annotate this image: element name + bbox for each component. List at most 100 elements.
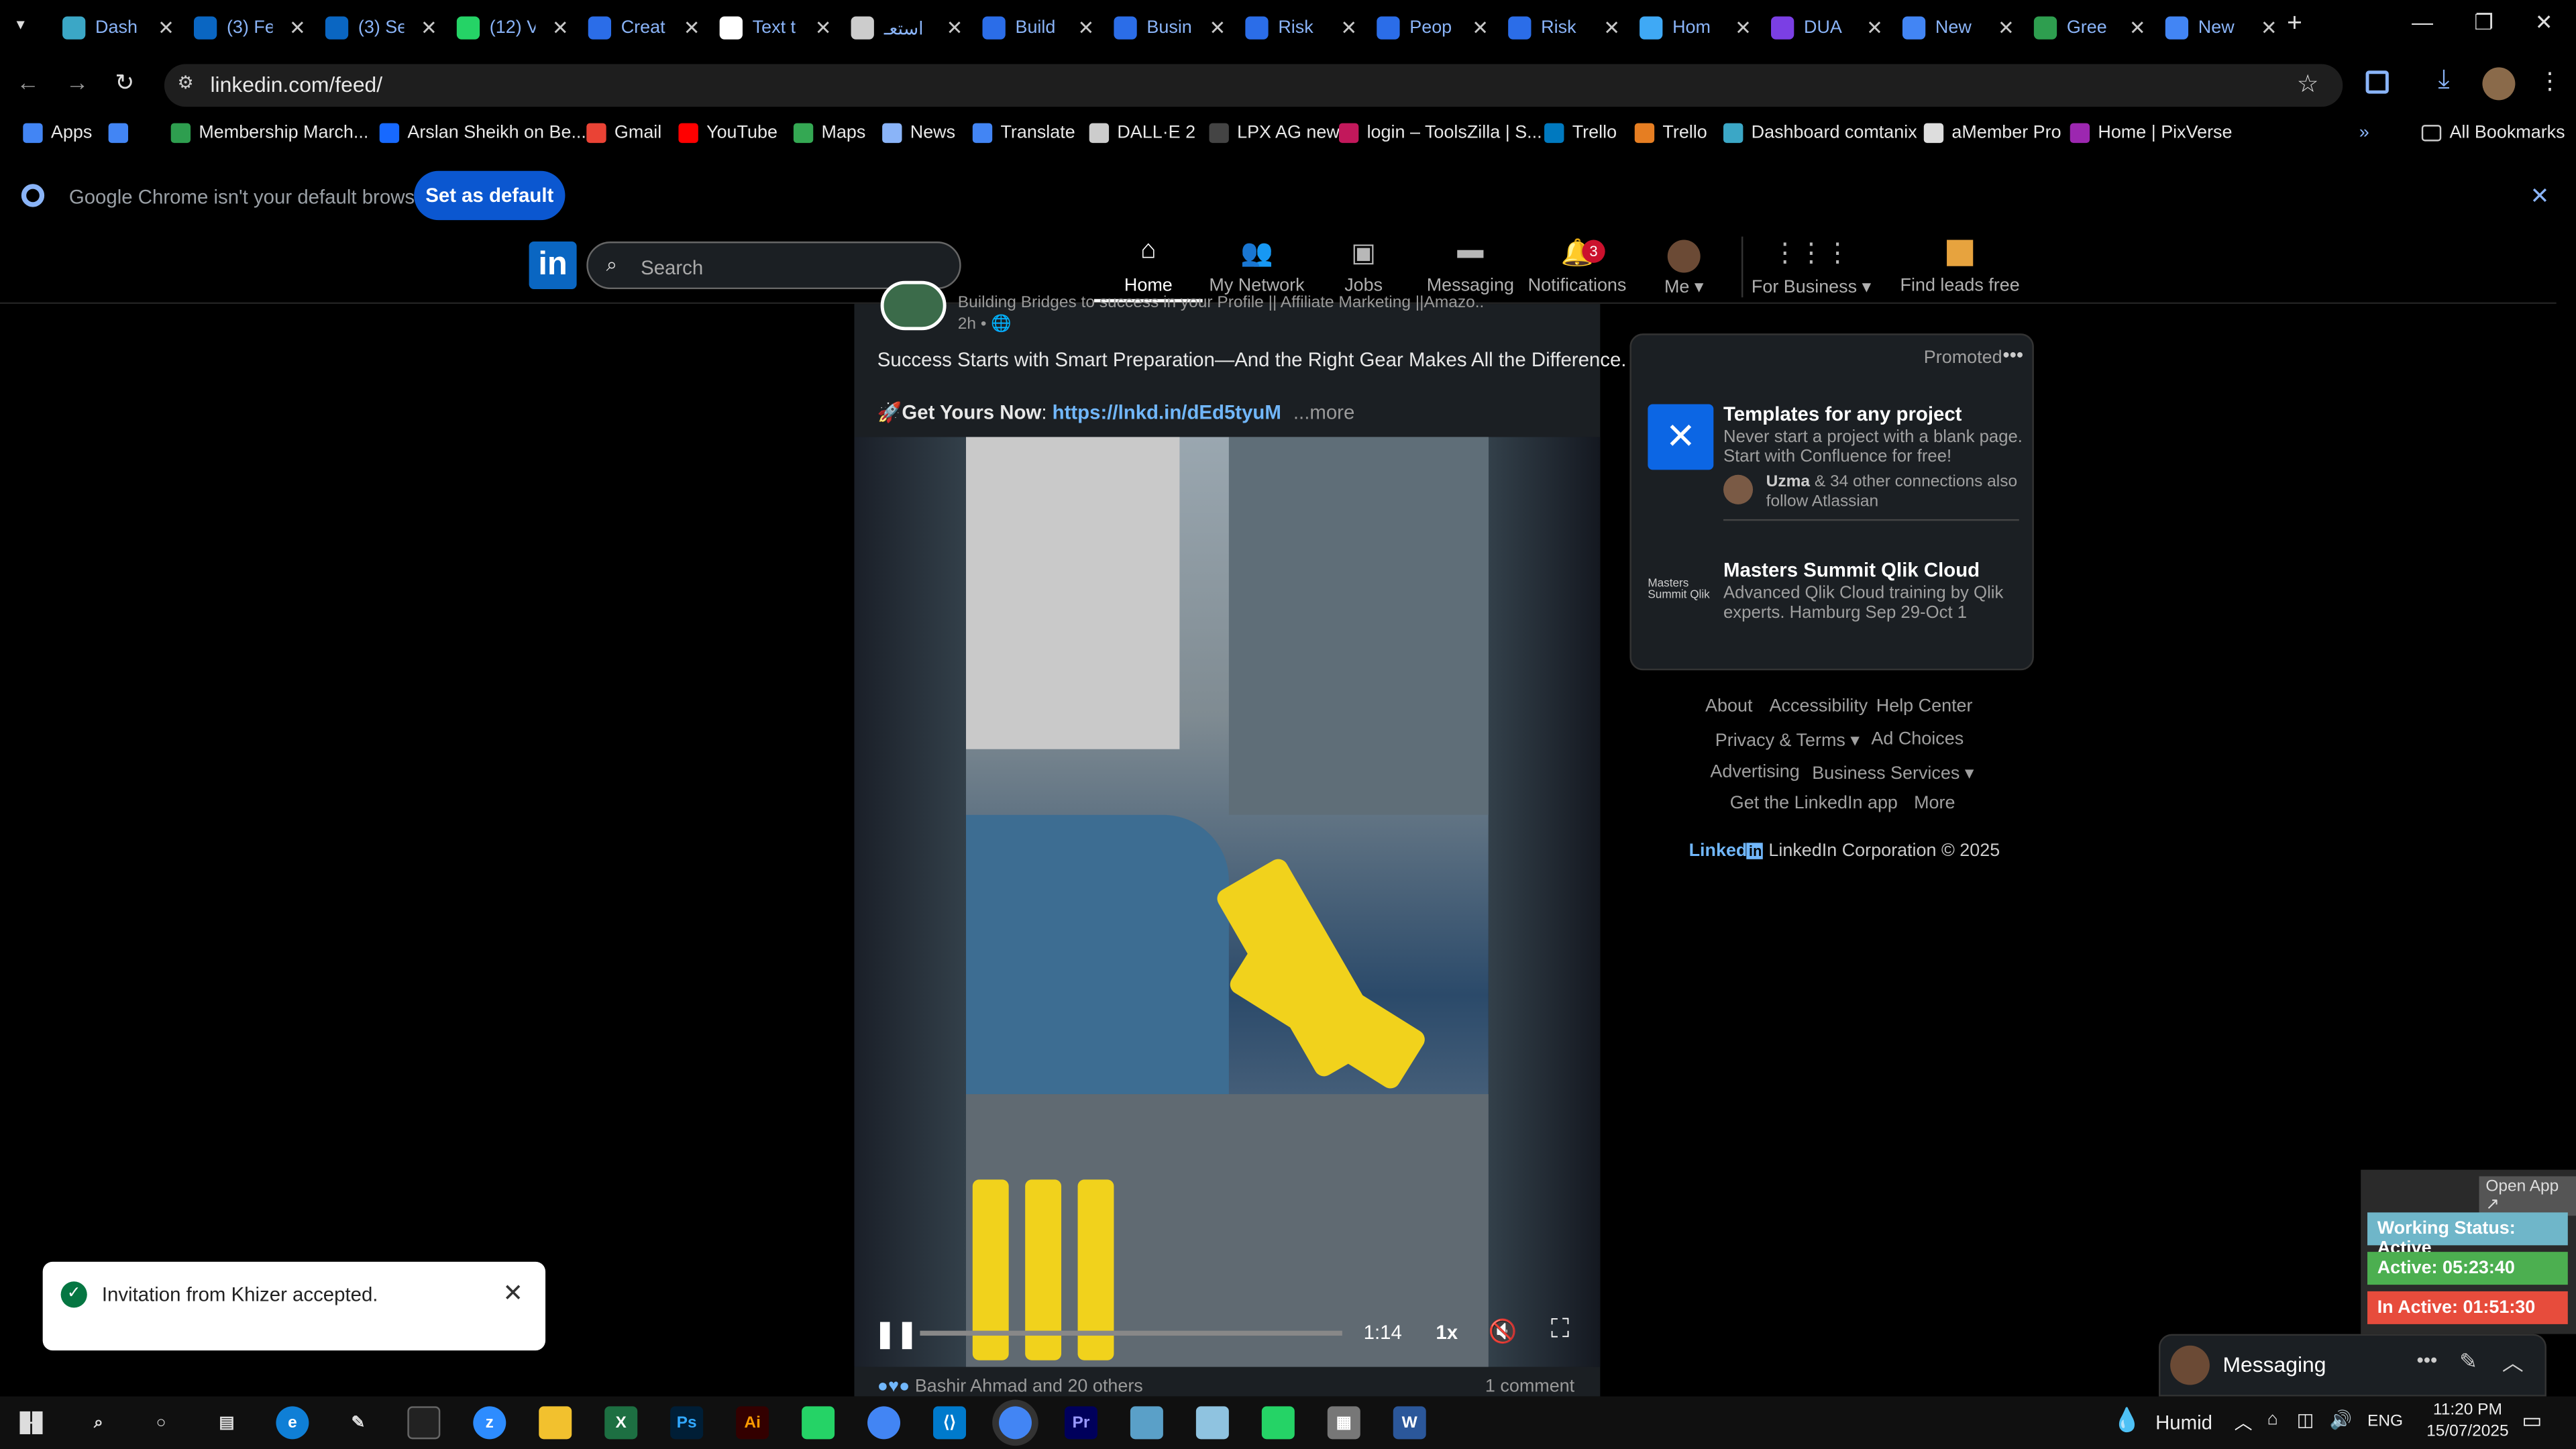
ad-title[interactable]: Masters Summit Qlik Cloud — [1723, 559, 1980, 582]
notification-center-icon[interactable]: ▭ — [2522, 1408, 2542, 1434]
linkedin-logo[interactable]: in — [529, 241, 577, 290]
close-tab-icon[interactable]: ✕ — [421, 16, 437, 39]
close-tab-icon[interactable]: ✕ — [1866, 16, 1883, 39]
footer-more[interactable]: More — [1914, 794, 1955, 813]
nav-jobs[interactable]: ▣ Jobs — [1309, 237, 1418, 296]
url-text[interactable]: linkedin.com/feed/ — [210, 72, 382, 97]
start-icon[interactable] — [19, 1411, 43, 1434]
close-tab-icon[interactable]: ✕ — [1603, 16, 1620, 39]
zoom-icon[interactable]: z — [473, 1406, 506, 1440]
wifi-icon[interactable]: ◫ — [2297, 1409, 2314, 1431]
excel-icon[interactable]: X — [604, 1406, 638, 1440]
footer-accessibility[interactable]: Accessibility — [1770, 696, 1868, 716]
close-infobar-icon[interactable]: ✕ — [2530, 182, 2549, 211]
back-icon[interactable]: ← — [16, 69, 39, 95]
pen-icon[interactable]: ✎ — [341, 1406, 374, 1439]
close-tab-icon[interactable]: ✕ — [289, 16, 306, 39]
open-app-button[interactable]: Open App ↗ — [2479, 1176, 2576, 1216]
premiere-icon[interactable]: Pr — [1064, 1406, 1097, 1440]
bookmark-item[interactable]: Home | PixVerse — [2070, 123, 2233, 144]
close-tab-icon[interactable]: ✕ — [2261, 16, 2277, 39]
terminal-icon[interactable] — [407, 1406, 441, 1440]
task-view-icon[interactable]: ▤ — [210, 1406, 243, 1439]
set-default-button[interactable]: Set as default — [414, 170, 566, 221]
file-explorer-icon[interactable] — [539, 1406, 572, 1440]
browser-tab[interactable]: Build ✕ — [982, 7, 1094, 50]
close-tab-icon[interactable]: ✕ — [2129, 16, 2146, 39]
playback-speed[interactable]: 1x — [1436, 1321, 1458, 1344]
browser-tab[interactable]: (3) Se ✕ — [325, 7, 437, 50]
bookmark-item[interactable]: Trello — [1634, 123, 1707, 144]
nav-me[interactable]: Me ▾ — [1629, 237, 1738, 297]
fullscreen-icon[interactable]: ⛶ — [1551, 1316, 1569, 1346]
chevron-up-icon[interactable]: ︿ — [2502, 1346, 2524, 1377]
new-tab-button[interactable]: + — [2287, 10, 2302, 40]
bookmark-item[interactable]: login – ToolsZilla | S... — [1338, 123, 1542, 144]
bookmark-item[interactable]: Gmail — [586, 123, 661, 144]
network-icon[interactable]: ⌂ — [2267, 1409, 2278, 1429]
comments-count[interactable]: 1 comment — [1485, 1377, 1574, 1396]
footer-business-services[interactable]: Business Services ▾ — [1812, 762, 1974, 784]
see-more[interactable]: ...more — [1293, 401, 1354, 424]
bookmark-item[interactable]: News — [882, 123, 955, 144]
app-icon[interactable] — [1195, 1406, 1229, 1440]
footer-get-app[interactable]: Get the LinkedIn app — [1730, 794, 1898, 813]
bookmark-item[interactable]: Membership March... — [170, 123, 368, 144]
forward-icon[interactable]: → — [66, 69, 89, 95]
close-tab-icon[interactable]: ✕ — [947, 16, 963, 39]
post-link[interactable]: https://lnkd.in/dEd5tyuM — [1053, 401, 1281, 424]
nav-home[interactable]: ⌂ Home — [1094, 237, 1203, 303]
omnibox[interactable]: ⚙ linkedin.com/feed/ ☆ — [164, 64, 2343, 107]
browser-tab[interactable]: (12) V ✕ — [456, 7, 569, 50]
reactions-count[interactable]: ●♥● Bashir Ahmad and 20 others — [877, 1377, 1143, 1396]
close-tab-icon[interactable]: ✕ — [684, 16, 700, 39]
browser-tab[interactable]: New ✕ — [2165, 7, 2277, 50]
profile-avatar[interactable] — [2482, 67, 2516, 101]
footer-about[interactable]: About — [1705, 696, 1752, 716]
bookmark-item[interactable]: Arslan Sheikh on Be... — [379, 123, 586, 144]
close-tab-icon[interactable]: ✕ — [1209, 16, 1226, 39]
nav-messaging[interactable]: ▬ Messaging — [1416, 237, 1525, 296]
chrome-icon[interactable] — [867, 1406, 901, 1440]
more-bookmarks-icon[interactable]: » — [2359, 123, 2369, 143]
search-icon[interactable]: ⌕ — [82, 1406, 115, 1439]
footer-privacy[interactable]: Privacy & Terms ▾ — [1715, 729, 1860, 751]
bookmark-item[interactable]: aMember Pro — [1923, 123, 2061, 144]
illustrator-icon[interactable]: Ai — [736, 1406, 769, 1440]
qlik-logo[interactable]: Masters Summit Qlik — [1648, 578, 1713, 604]
calculator-icon[interactable]: ▦ — [1327, 1406, 1360, 1440]
cortana-icon[interactable]: ○ — [145, 1406, 178, 1439]
bookmark-item[interactable]: YouTube — [678, 123, 777, 144]
close-tab-icon[interactable]: ✕ — [1340, 16, 1357, 39]
browser-tab[interactable]: Peop ✕ — [1377, 7, 1489, 50]
nav-my-network[interactable]: 👥 My Network — [1203, 237, 1311, 296]
close-tab-icon[interactable]: ✕ — [1735, 16, 1752, 39]
bookmark-item[interactable]: DALL·E 2 — [1089, 123, 1195, 144]
browser-tab[interactable]: Creat ✕ — [588, 7, 700, 50]
author-avatar[interactable] — [880, 280, 947, 331]
more-options-icon[interactable]: ••• — [2002, 343, 2023, 366]
extensions-icon[interactable] — [2365, 70, 2389, 94]
bookmark-item[interactable]: Apps — [23, 123, 92, 144]
tab-search-icon[interactable]: ▾ — [16, 16, 24, 34]
app-icon[interactable] — [1130, 1406, 1163, 1440]
browser-tab[interactable]: Busin ✕ — [1114, 7, 1226, 50]
close-tab-icon[interactable]: ✕ — [1998, 16, 2015, 39]
phone-app-icon[interactable] — [802, 1406, 835, 1440]
close-tab-icon[interactable]: ✕ — [552, 16, 569, 39]
chrome-active-icon[interactable] — [998, 1406, 1032, 1440]
whatsapp-icon[interactable] — [1261, 1406, 1295, 1440]
browser-tab[interactable]: Dash ✕ — [62, 7, 174, 50]
bookmark-item[interactable]: Translate — [972, 123, 1075, 144]
close-tab-icon[interactable]: ✕ — [815, 16, 832, 39]
bookmark-item[interactable]: Dashboard comtanix — [1723, 123, 1917, 144]
photoshop-icon[interactable]: Ps — [670, 1406, 704, 1440]
close-tab-icon[interactable]: ✕ — [1472, 16, 1489, 39]
clock-date[interactable]: 15/07/2025 — [2408, 1423, 2526, 1441]
close-tab-icon[interactable]: ✕ — [158, 16, 174, 39]
restore-icon[interactable]: ❐ — [2474, 10, 2493, 36]
browser-tab[interactable]: DUA ✕ — [1771, 7, 1883, 50]
browser-tab[interactable]: (3) Fe ✕ — [193, 7, 306, 50]
clock-time[interactable]: 11:20 PM — [2415, 1401, 2520, 1419]
close-window-icon[interactable]: ✕ — [2535, 10, 2553, 36]
